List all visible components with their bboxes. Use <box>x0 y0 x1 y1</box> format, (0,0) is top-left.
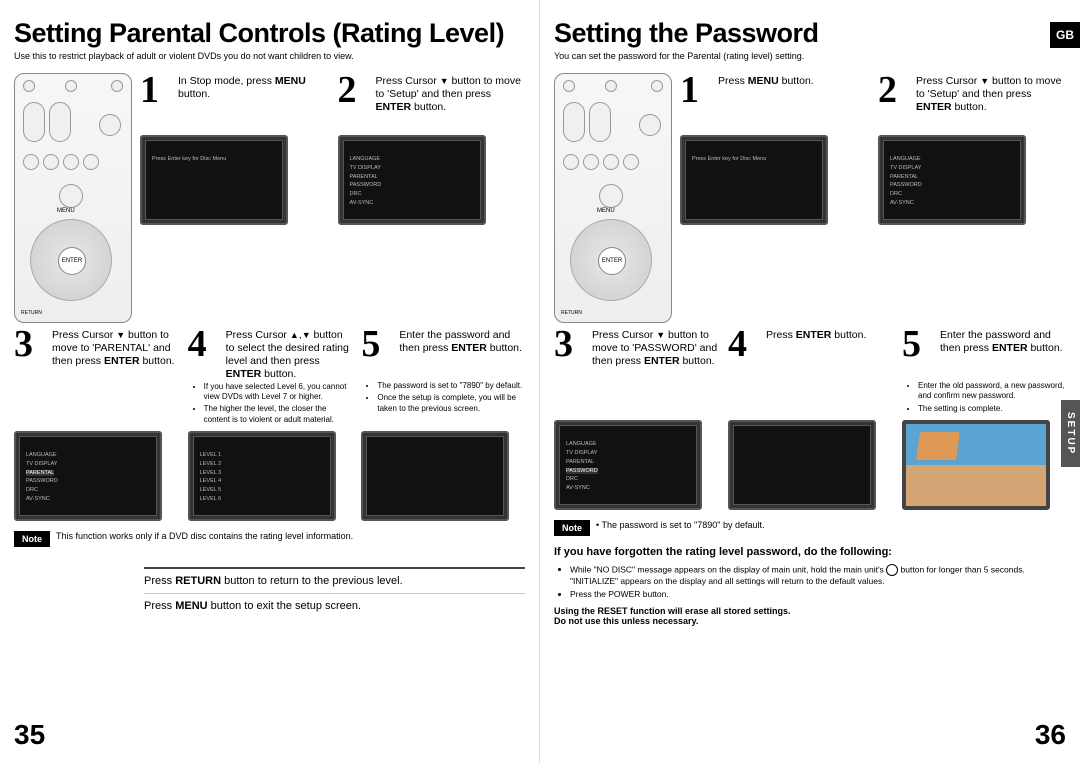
enter-button-icon: ENTER <box>58 247 86 275</box>
note-left: Note This function works only if a DVD d… <box>14 531 525 547</box>
footer-return: Press RETURN button to return to the pre… <box>144 567 525 593</box>
tv-screenshot: LANGUAGETV DISPLAYPARENTALPASSWORDDRCAV-… <box>14 431 162 521</box>
title-left: Setting Parental Controls (Rating Level) <box>14 18 525 49</box>
tv-screenshot: LANGUAGETV DISPLAYPARENTALPASSWORDDRCAV-… <box>338 135 486 225</box>
step-number: 2 <box>878 73 912 127</box>
tv-screenshot: LANGUAGETV DISPLAYPARENTALPASSWORDDRCAV-… <box>554 420 702 510</box>
gb-badge: GB <box>1050 22 1080 48</box>
subtitle-left: Use this to restrict playback of adult o… <box>14 51 525 61</box>
step-4-notes: If you have selected Level 6, you cannot… <box>188 382 352 426</box>
step-3: 3 Press Cursor button to move to 'PASSWO… <box>554 327 718 381</box>
page-number-left: 35 <box>14 719 45 751</box>
step-2: 2 Press Cursor button to move to 'Setup'… <box>338 73 526 127</box>
arrow-down-icon <box>116 329 125 341</box>
forgot-heading: If you have forgotten the rating level p… <box>554 546 1066 558</box>
step-number: 3 <box>14 327 48 381</box>
arrow-down-icon <box>656 329 665 341</box>
step-5: 5 Enter the password and then press ENTE… <box>361 327 525 381</box>
step-1: 1 In Stop mode, press MENU button. <box>140 73 328 127</box>
step-number: 1 <box>680 73 714 127</box>
step-2: 2 Press Cursor button to move to 'Setup'… <box>878 73 1066 127</box>
step-3: 3 Press Cursor button to move to 'PARENT… <box>14 327 178 381</box>
note-badge: Note <box>554 520 590 536</box>
step-number: 2 <box>338 73 372 127</box>
remote-illustration: MENU ENTER RETURN <box>554 73 672 323</box>
step-number: 4 <box>188 327 222 382</box>
step-text: Press ENTER button. <box>766 327 866 381</box>
tv-screenshot: LANGUAGETV DISPLAYPARENTALPASSWORDDRCAV-… <box>878 135 1026 225</box>
step-number: 1 <box>140 73 174 127</box>
stop-button-icon <box>886 564 898 576</box>
step-1: 1 Press MENU button. <box>680 73 868 127</box>
note-badge: Note <box>14 531 50 547</box>
note-right: Note • The password is set to "7890" by … <box>554 520 1066 536</box>
cursor-pad-icon: ENTER <box>570 219 652 301</box>
step-text: Enter the password and then press ENTER … <box>940 327 1066 381</box>
step-text: Enter the password and then press ENTER … <box>399 327 525 381</box>
page-number-right: 36 <box>1035 719 1066 751</box>
step-text: Press MENU button. <box>718 73 814 127</box>
step-text: Press Cursor , button to select the desi… <box>226 327 352 382</box>
step-text: Press Cursor button to move to 'Setup' a… <box>376 73 526 127</box>
step-number: 3 <box>554 327 588 381</box>
arrow-down-icon <box>302 329 311 341</box>
enter-button-icon: ENTER <box>598 247 626 275</box>
step-number: 5 <box>361 327 395 381</box>
footer-menu: Press MENU button to exit the setup scre… <box>144 593 525 618</box>
step-number: 4 <box>728 327 762 381</box>
reset-warning-2: Do not use this unless necessary. <box>554 616 1066 626</box>
side-tab-setup: SETUP <box>1061 400 1080 467</box>
step-5: 5 Enter the password and then press ENTE… <box>902 327 1066 381</box>
arrow-down-icon <box>440 75 449 87</box>
cursor-pad-icon: ENTER <box>30 219 112 301</box>
step-text: Press Cursor button to move to 'PASSWORD… <box>592 327 718 381</box>
step-text: Press Cursor button to move to 'PARENTAL… <box>52 327 178 381</box>
page-right: GB Setting the Password You can set the … <box>540 0 1080 763</box>
remote-illustration: MENU ENTER RETURN <box>14 73 132 323</box>
tv-screenshot: LEVEL 1LEVEL 2LEVEL 3LEVEL 4LEVEL 5LEVEL… <box>188 431 336 521</box>
arrow-down-icon <box>980 75 989 87</box>
step-4: 4 Press Cursor , button to select the de… <box>188 327 352 382</box>
subtitle-right: You can set the password for the Parenta… <box>554 51 1066 61</box>
tv-photo <box>902 420 1050 510</box>
tv-screenshot: Press Enter key for Disc Menu <box>140 135 288 225</box>
tv-screenshot: Press Enter key for Disc Menu <box>680 135 828 225</box>
arrow-up-icon <box>290 329 299 341</box>
tv-screenshot <box>361 431 509 521</box>
step-text: Press Cursor button to move to 'Setup' a… <box>916 73 1066 127</box>
reset-warning: Using the RESET function will erase all … <box>554 606 1066 616</box>
step-5-notes: Enter the old password, a new password, … <box>902 381 1066 414</box>
title-right: Setting the Password <box>554 18 1066 49</box>
step-5-notes: The password is set to "7890" by default… <box>361 381 525 414</box>
page-left: Setting Parental Controls (Rating Level)… <box>0 0 540 763</box>
step-text: In Stop mode, press MENU button. <box>178 73 328 127</box>
tv-screenshot <box>728 420 876 510</box>
step-4: 4 Press ENTER button. <box>728 327 892 381</box>
forgot-bullets: While "NO DISC" message appears on the d… <box>558 564 1066 600</box>
step-number: 5 <box>902 327 936 381</box>
